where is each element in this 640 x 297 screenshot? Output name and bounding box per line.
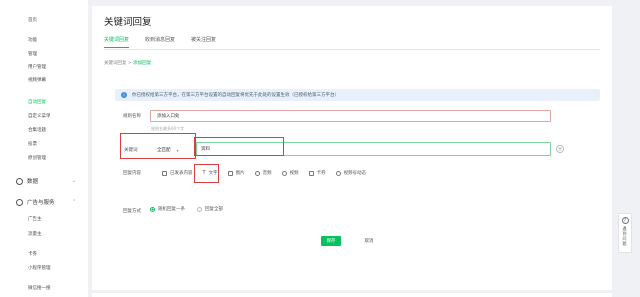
sidebar-item-mini-program[interactable]: 小程序管理 xyxy=(28,265,51,271)
radio-unchecked-icon xyxy=(197,206,202,212)
chevron-down-icon: ⌄ xyxy=(72,178,77,184)
tab-message-reply[interactable]: 收到消息回复 xyxy=(145,36,175,48)
sidebar-group-ads-label: 广告与服务 xyxy=(27,200,55,206)
chevron-up-icon: ⌃ xyxy=(72,199,77,205)
keyword-match-value: 全匹配 xyxy=(157,148,171,153)
tab-follow-reply[interactable]: 被关注回复 xyxy=(191,36,216,48)
tab-bar: 关键词回复 收到消息回复 被关注回复 xyxy=(104,36,216,48)
sidebar: 首页 功能 管理 用户管理 视频弹幕 自动回复 自定义菜单 合集话题 投票 原创… xyxy=(0,0,88,297)
info-notice: i 你已授权给第三方平台，在第三方平台设置的自动回复将优先于此处的设置生效（已授… xyxy=(115,89,600,101)
reply-mode-group: 随机回复一条 回复全部 xyxy=(150,206,223,212)
tab-divider xyxy=(104,49,600,50)
reply-content-label: 回复内容 xyxy=(123,171,141,176)
sidebar-item-auto-reply[interactable]: 自动回复 xyxy=(28,99,46,105)
sidebar-item-manage[interactable]: 管理 xyxy=(28,51,37,57)
sidebar-item-home[interactable]: 首页 xyxy=(28,17,37,23)
sidebar-item-vote[interactable]: 投票 xyxy=(28,141,37,147)
keyword-input-highlight-box xyxy=(194,137,284,156)
reply-type-list: 已发表内容 T 文字 图片 音频 视频 卡券 视频号动态 xyxy=(162,168,366,178)
sidebar-group-ads[interactable]: 广告与服务 ⌃ xyxy=(16,198,76,206)
reply-mode-all[interactable]: 回复全部 xyxy=(197,206,223,212)
sidebar-item-custom-menu[interactable]: 自定义菜单 xyxy=(28,113,51,119)
coupon-icon xyxy=(308,170,314,176)
sidebar-item-original[interactable]: 原创管理 xyxy=(28,155,46,161)
image-icon xyxy=(227,170,233,176)
keyword-match-select[interactable]: 全匹配 ▾ xyxy=(154,144,194,156)
reply-type-video[interactable]: 视频 xyxy=(281,168,299,178)
help-label: 遇到问题 xyxy=(622,226,627,246)
sidebar-group-data[interactable]: 数据 ⌄ xyxy=(16,177,76,185)
sidebar-item-features[interactable]: 功能 xyxy=(28,37,37,43)
audio-icon xyxy=(254,170,260,176)
reply-type-label: 视频 xyxy=(289,171,299,176)
info-icon: i xyxy=(121,92,127,98)
notice-text: 你已授权给第三方平台，在第三方平台设置的自动回复将优先于此处的设置生效（已授权给… xyxy=(132,93,339,98)
reply-type-label: 视频号动态 xyxy=(343,171,367,176)
bottom-strip xyxy=(92,293,612,297)
reply-type-channels[interactable]: 视频号动态 xyxy=(335,168,367,178)
breadcrumb-separator: > xyxy=(127,61,132,66)
reply-mode-random-label: 随机回复一条 xyxy=(158,207,185,212)
main-panel: 关键词回复 关键词回复 收到消息回复 被关注回复 关键词回复 > 添加回复 i … xyxy=(92,6,612,290)
rule-name-input[interactable]: 添加入口处 xyxy=(150,110,551,122)
page-title: 关键词回复 xyxy=(104,17,152,28)
ads-icon xyxy=(16,198,23,206)
reply-type-label: 音频 xyxy=(262,171,272,176)
reply-type-article[interactable]: 已发表内容 xyxy=(162,168,193,178)
save-button[interactable]: 保存 xyxy=(321,236,341,246)
tab-keyword-reply[interactable]: 关键词回复 xyxy=(104,36,130,48)
channels-icon xyxy=(335,170,341,176)
reply-type-audio[interactable]: 音频 xyxy=(254,168,272,178)
breadcrumb: 关键词回复 > 添加回复 xyxy=(104,60,151,66)
reply-type-label: 卡券 xyxy=(316,171,326,176)
reply-type-label: 已发表内容 xyxy=(170,171,193,176)
question-icon: ? xyxy=(621,217,629,224)
rule-name-hint: 规则名最多60个字 xyxy=(151,126,185,131)
sidebar-group-data-label: 数据 xyxy=(27,179,39,185)
sidebar-item-danmaku[interactable]: 视频弹幕 xyxy=(28,77,46,83)
reply-mode-label: 回复方式 xyxy=(123,209,141,214)
sidebar-item-users[interactable]: 用户管理 xyxy=(28,64,46,70)
radio-checked-icon xyxy=(150,206,155,212)
breadcrumb-parent[interactable]: 关键词回复 xyxy=(104,61,127,66)
chevron-down-icon: ▾ xyxy=(176,147,179,153)
sidebar-item-coupon[interactable]: 卡券 xyxy=(28,251,37,257)
help-float-button[interactable]: ? 遇到问题 xyxy=(618,213,632,253)
add-keyword-button[interactable]: + xyxy=(556,145,564,153)
cancel-button[interactable]: 取消 xyxy=(359,236,379,246)
breadcrumb-current: 添加回复 xyxy=(133,61,152,66)
reply-type-image[interactable]: 图片 xyxy=(227,168,245,178)
text-type-highlight-box xyxy=(194,164,219,183)
keyword-label: 关键词 xyxy=(124,148,138,153)
sidebar-item-publisher[interactable]: 流量主 xyxy=(28,231,42,237)
reply-type-coupon[interactable]: 卡券 xyxy=(308,168,326,178)
video-icon xyxy=(281,170,287,176)
article-icon xyxy=(162,170,167,176)
sidebar-item-search[interactable]: 微信搜一搜 xyxy=(28,285,51,291)
reply-type-label: 图片 xyxy=(235,171,245,176)
data-icon xyxy=(16,177,23,185)
sidebar-item-collections[interactable]: 合集话题 xyxy=(28,127,46,133)
rule-name-label: 规则名称 xyxy=(123,114,141,119)
reply-mode-all-label: 回复全部 xyxy=(205,207,223,212)
sidebar-item-advertiser[interactable]: 广告主 xyxy=(28,216,42,222)
reply-mode-random[interactable]: 随机回复一条 xyxy=(150,206,185,212)
